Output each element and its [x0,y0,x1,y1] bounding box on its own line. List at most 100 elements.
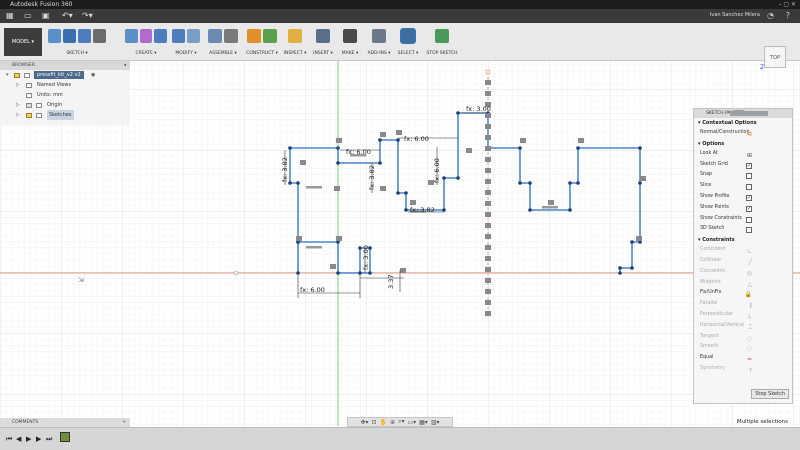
view-cube-top-face[interactable]: TOP [764,46,786,68]
timeline-play-button[interactable]: ▶ [26,435,31,443]
fit-icon[interactable]: ⌕▾ [398,418,404,426]
palette-section-options[interactable]: ▾ Options [694,139,792,149]
ribbon-group-label[interactable]: CREATE ▾ [125,51,167,56]
ribbon-group-1[interactable]: CREATE ▾ [125,25,168,59]
comments-panel[interactable]: COMMENTS + [0,418,130,427]
option-checkbox[interactable]: ✓ [746,162,752,169]
ribbon-group-10[interactable]: STOP SKETCH [426,25,458,59]
dimension-label[interactable]: 3.37 [387,275,395,289]
palette-section-contextual[interactable]: ▾ Contextual Options [694,118,792,128]
timeline-back-button[interactable]: ◀ [16,435,21,443]
tool-icon[interactable] [48,29,61,43]
radio-icon[interactable]: ◉ [88,71,98,79]
ribbon-group-label[interactable]: MODIFY ▾ [172,51,200,56]
undo-icon[interactable]: ↶▾ [62,11,73,21]
sketch-point[interactable] [368,271,372,275]
timeline-end-button[interactable]: ⏭ [46,435,52,444]
ribbon-group-0[interactable]: SKETCH ▾ [48,25,106,59]
redo-icon[interactable]: ↷▾ [82,11,93,21]
lightbulb-icon[interactable] [14,73,20,78]
palette-row[interactable]: Show Constraints [694,214,792,225]
sketch-point[interactable] [618,271,622,275]
browser-item-sketches[interactable]: ▷ Sketches [0,110,130,120]
timeline-start-button[interactable]: ⏮ [6,435,12,444]
sketch-point[interactable] [618,266,622,270]
palette-header[interactable]: SKETCH PALETTE [694,109,792,118]
palette-row[interactable]: Symmetry ⫯ [694,364,792,375]
expand-icon[interactable]: ▷ [16,80,20,90]
palette-row[interactable]: Show Points ✓ [694,203,792,214]
ribbon-group-label[interactable]: ASSEMBLE ▾ [205,51,241,56]
stop-sketch-button[interactable]: Stop Sketch [751,389,789,399]
palette-row[interactable]: Snap [694,170,792,181]
sketch-point[interactable] [404,208,408,212]
sketch-point[interactable] [288,146,292,150]
sketch-point[interactable] [378,138,382,142]
timeline-sketch-feature[interactable] [60,432,70,442]
display-settings-icon[interactable]: ▭▾ [407,419,416,426]
timeline-forward-button[interactable]: ▶ [36,435,41,443]
zoom-icon[interactable]: ⊕ [390,419,395,426]
palette-row[interactable]: Fix/UnFix 🔒 [694,288,792,299]
expand-icon[interactable]: ▷ [16,100,20,110]
expand-icon[interactable]: ▷ [16,110,20,120]
tool-icon[interactable] [372,29,386,43]
tool-icon[interactable] [343,29,357,43]
orbit-icon[interactable]: ✥▾ [360,419,368,426]
palette-row[interactable]: Show Profile ✓ [694,192,792,203]
tool-icon[interactable] [263,29,277,43]
viewports-icon[interactable]: ▥▾ [431,419,440,426]
sketch-point[interactable] [528,181,532,185]
ribbon-group-3[interactable]: ASSEMBLE ▾ [205,25,241,59]
sketch-point[interactable] [518,146,522,150]
option-checkbox[interactable]: ✓ [746,194,752,201]
palette-row[interactable]: Sketch Grid ✓ [694,160,792,171]
sketch-point[interactable] [396,191,400,195]
workspace-switcher[interactable]: MODEL ▾ [4,28,42,56]
add-comment-icon[interactable]: + [122,418,126,427]
ribbon-group-label[interactable]: ADD-INS ▾ [366,51,392,56]
option-checkbox[interactable] [746,216,752,223]
sketch-point[interactable] [638,181,642,185]
palette-row[interactable]: Perpendicular ⊥ [694,310,792,321]
construction-toggle-icon[interactable]: ⊲ [746,129,752,140]
palette-row[interactable]: Normal/Construction ⊲ [694,128,792,139]
job-status-icon[interactable]: ◔ [767,11,774,20]
collapse-icon[interactable]: ◂ [124,61,126,70]
browser-item-named-views[interactable]: ▷ Named Views [0,80,130,90]
ribbon-group-2[interactable]: MODIFY ▾ [172,25,200,59]
ribbon-group-label[interactable]: INSERT ▾ [312,51,334,56]
browser-header[interactable]: BROWSER ◂ [0,61,130,70]
palette-row[interactable]: Parallel ∥ [694,299,792,310]
tool-icon[interactable] [247,29,261,43]
option-checkbox[interactable] [746,173,752,180]
palette-row[interactable]: Slice [694,181,792,192]
tool-icon[interactable] [224,29,238,43]
sketch-point[interactable] [456,176,460,180]
user-name[interactable]: Ivan Sanchez Milera [710,12,760,18]
sketch-point[interactable] [630,266,634,270]
lightbulb-icon[interactable] [26,103,32,108]
palette-row[interactable]: Smooth ◌ [694,342,792,353]
tool-icon[interactable] [400,28,416,44]
sketch-point[interactable] [296,181,300,185]
browser-item-origin[interactable]: ▷ Origin [0,100,130,110]
view-cube[interactable]: TOP Z [756,40,790,74]
dimension-label[interactable]: fx: 6.00 [346,148,371,156]
tool-icon[interactable] [316,29,330,43]
file-icon[interactable]: ▭ [24,11,32,21]
dimension-label[interactable]: fx: 3.82 [281,157,289,182]
dimension-label[interactable]: fx: 3.00 [362,245,370,270]
sketch-point[interactable] [336,146,340,150]
option-checkbox[interactable] [746,227,752,234]
palette-row[interactable]: Horizontal/Vertical ⌶ [694,321,792,332]
ribbon-group-9[interactable]: SELECT ▾ [396,25,420,59]
constraint-icon[interactable]: ⫯ [749,366,752,377]
palette-row[interactable]: 3D Sketch [694,224,792,235]
lightbulb-icon[interactable] [26,113,32,118]
sketch-point[interactable] [336,161,340,165]
palette-row[interactable]: Equal = [694,353,792,364]
dimension-label[interactable]: fx: 6.00 [404,135,429,143]
option-checkbox[interactable]: ✓ [746,205,752,212]
palette-row[interactable]: Midpoint △ [694,278,792,289]
